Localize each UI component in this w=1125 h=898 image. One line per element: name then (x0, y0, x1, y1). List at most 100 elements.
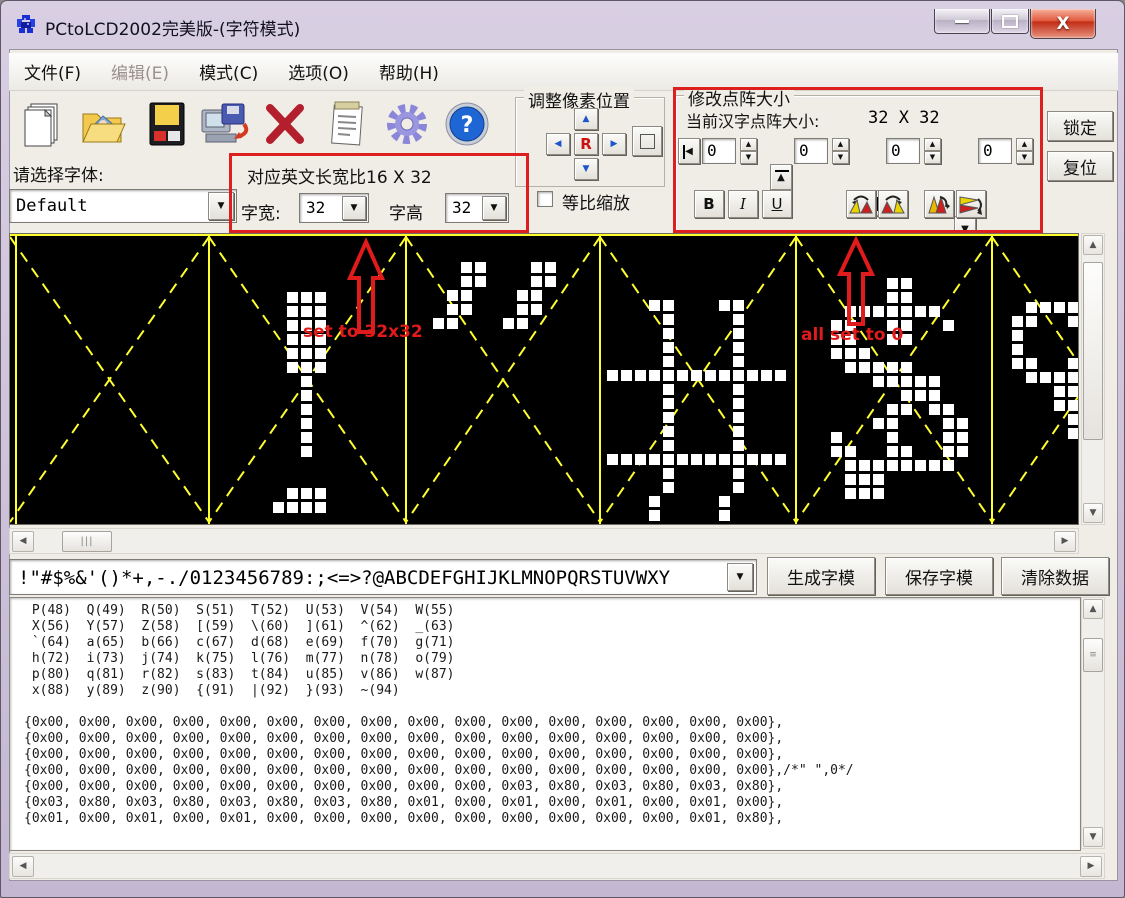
underline-label: U (772, 195, 783, 213)
output-hscrollbar[interactable]: ◀ ▶ (9, 853, 1105, 879)
rotate-left-button[interactable] (846, 190, 876, 218)
spin-down-icon[interactable]: ▼ (1016, 151, 1033, 164)
charset-dropdown-button[interactable]: ▼ (727, 563, 753, 591)
flip-vertical-button[interactable] (924, 190, 954, 218)
edge-top-button[interactable]: ▲ (770, 164, 792, 190)
close-icon: X (1056, 14, 1069, 34)
spin-up-icon[interactable]: ▲ (740, 138, 757, 151)
save-model-button[interactable]: 保存字模 (885, 557, 993, 595)
edge-bottom-spinner[interactable]: ▲▼ (1016, 138, 1033, 164)
font-select-value: Default (16, 196, 88, 216)
title-bar[interactable]: PCtoLCD2002完美版-(字符模式) X (1, 1, 1125, 49)
scroll-up-button[interactable]: ▲ (1083, 235, 1103, 255)
preview-vscrollbar[interactable]: ▲ ▼ (1081, 233, 1105, 525)
preview-canvas[interactable] (9, 233, 1079, 525)
edge-top-value[interactable]: 0 (794, 138, 828, 164)
save-button[interactable] (141, 97, 193, 151)
output-vscrollbar[interactable]: ▲ ≡ ▼ (1081, 597, 1105, 849)
close-button[interactable]: X (1030, 9, 1096, 39)
help-button[interactable]: ? (441, 97, 493, 151)
minimize-button[interactable] (934, 9, 990, 34)
output-line: {0x00, 0x00, 0x00, 0x00, 0x00, 0x00, 0x0… (24, 715, 1080, 731)
rotate-left-icon (848, 193, 874, 215)
reset-position-button[interactable]: R (574, 133, 598, 155)
down-arrow-icon: ▼ (1090, 509, 1097, 518)
menu-help[interactable]: 帮助(H) (364, 59, 454, 84)
char-height-label: 字高 (389, 199, 423, 224)
move-left-button[interactable]: ◀ (546, 133, 570, 155)
lock-label: 锁定 (1063, 114, 1097, 139)
menu-file[interactable]: 文件(F) (9, 59, 96, 84)
italic-button[interactable]: I (728, 190, 758, 218)
preview-hscrollbar[interactable]: ◀ ||| ▶ (9, 528, 1079, 554)
char-width-combobox[interactable]: 32 ▼ (299, 193, 369, 223)
rotate-right-button[interactable] (878, 190, 908, 218)
output-line: {0x03, 0x80, 0x03, 0x80, 0x03, 0x80, 0x0… (24, 795, 1080, 811)
settings-button[interactable] (381, 97, 433, 151)
edge-left-value[interactable]: 0 (702, 138, 736, 164)
maximize-button[interactable] (991, 9, 1029, 34)
charset-combobox[interactable]: !"#$%&'()*+,-./0123456789:;<=>?@ABCDEFGH… (9, 559, 757, 595)
current-size-value: 32 X 32 (868, 108, 940, 128)
flip-horizontal-button[interactable] (956, 190, 986, 218)
reset-r-icon: R (580, 135, 592, 153)
move-down-button[interactable]: ▼ (574, 158, 598, 180)
output-line: {0x00, 0x00, 0x00, 0x00, 0x00, 0x00, 0x0… (24, 763, 1080, 779)
new-button[interactable] (15, 97, 67, 151)
scroll-left-button[interactable]: ◀ (12, 531, 34, 552)
underline-button[interactable]: U (762, 190, 792, 218)
char-height-combobox[interactable]: 32 ▼ (445, 193, 509, 223)
edge-right-spinner[interactable]: ▲▼ (924, 138, 941, 164)
proportional-scale-checkbox[interactable] (537, 191, 553, 207)
spin-up-icon[interactable]: ▲ (1016, 138, 1033, 151)
menu-options[interactable]: 选项(O) (273, 59, 364, 84)
char-width-dropdown-button[interactable]: ▼ (342, 196, 366, 220)
bold-label: B (703, 195, 714, 213)
output-line: `(64) a(65) b(66) c(67) d(68) e(69) f(70… (24, 635, 1080, 651)
report-button[interactable] (321, 97, 373, 151)
edge-left-button[interactable]: ◀ (678, 138, 700, 164)
delete-button[interactable] (259, 97, 311, 151)
edge-left-spinner[interactable]: ▲▼ (740, 138, 757, 164)
scroll-right-button[interactable]: ▶ (1080, 856, 1102, 877)
font-select-dropdown-button[interactable]: ▼ (208, 192, 234, 220)
bold-button[interactable]: B (694, 190, 724, 218)
scroll-up-button[interactable]: ▲ (1083, 599, 1103, 619)
lock-button[interactable]: 锁定 (1047, 111, 1113, 141)
menu-mode[interactable]: 模式(C) (184, 59, 273, 84)
clear-data-button[interactable]: 清除数据 (1001, 557, 1109, 595)
scroll-thumb[interactable] (1083, 262, 1103, 440)
right-arrow-icon: ▶ (1088, 862, 1095, 871)
output-line: x(88) y(89) z(90) {(91) |(92) }(93) ~(94… (24, 683, 1080, 699)
char-height-dropdown-button[interactable]: ▼ (482, 196, 506, 220)
reset-button[interactable]: 复位 (1047, 151, 1113, 181)
scroll-right-button[interactable]: ▶ (1054, 531, 1076, 552)
spin-down-icon[interactable]: ▼ (924, 151, 941, 164)
spin-up-icon[interactable]: ▲ (924, 138, 941, 151)
open-button[interactable] (77, 97, 129, 151)
chevron-down-icon: ▼ (491, 204, 498, 213)
up-arrow-icon: ▲ (1090, 605, 1097, 614)
spin-down-icon[interactable]: ▼ (832, 151, 849, 164)
edge-top-spinner[interactable]: ▲▼ (832, 138, 849, 164)
scroll-down-button[interactable]: ▼ (1083, 827, 1103, 847)
edge-right-value[interactable]: 0 (886, 138, 920, 164)
scroll-down-button[interactable]: ▼ (1083, 503, 1103, 523)
scroll-thumb[interactable]: ≡ (1083, 638, 1103, 672)
spin-up-icon[interactable]: ▲ (832, 138, 849, 151)
flip-vertical-icon (926, 193, 952, 215)
font-select-combobox[interactable]: Default ▼ (9, 189, 237, 223)
move-right-button[interactable]: ▶ (602, 133, 626, 155)
move-up-button[interactable]: ▲ (574, 108, 598, 130)
scroll-thumb[interactable]: ||| (62, 531, 112, 552)
generate-button[interactable]: 生成字模 (767, 557, 875, 595)
output-textarea[interactable]: P(48) Q(49) R(50) S(51) T(52) U(53) V(54… (9, 597, 1081, 851)
export-button[interactable] (199, 97, 251, 151)
edge-bottom-value[interactable]: 0 (978, 138, 1012, 164)
center-button[interactable] (632, 126, 662, 156)
menu-edit[interactable]: 编辑(E) (96, 59, 184, 84)
minimize-icon (955, 20, 969, 23)
scroll-left-button[interactable]: ◀ (12, 856, 34, 877)
pixel-position-group: 调整像素位置 ▲ ◀ R ▶ ▼ (515, 97, 665, 187)
spin-down-icon[interactable]: ▼ (740, 151, 757, 164)
